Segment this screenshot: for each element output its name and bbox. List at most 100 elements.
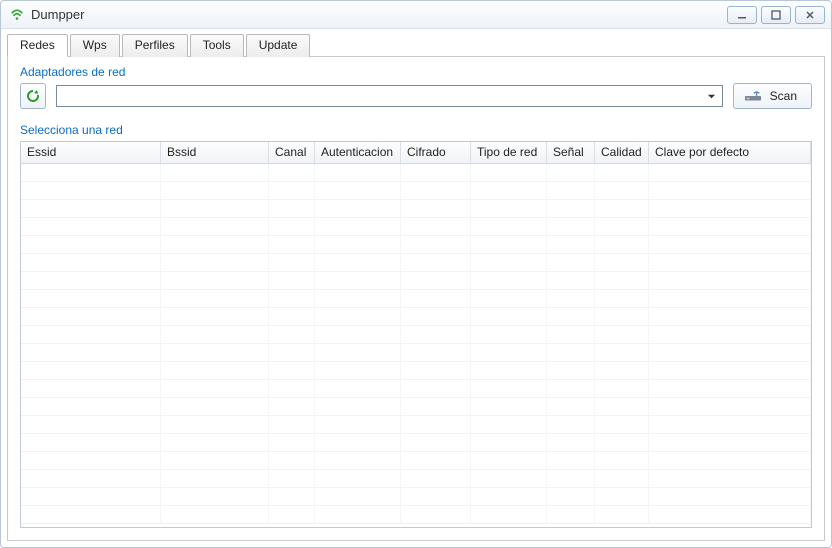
table-cell bbox=[595, 416, 649, 433]
table-row[interactable] bbox=[21, 344, 811, 362]
table-cell bbox=[401, 182, 471, 199]
table-body[interactable] bbox=[21, 164, 811, 527]
table-row[interactable] bbox=[21, 218, 811, 236]
table-cell bbox=[161, 200, 269, 217]
table-row[interactable] bbox=[21, 452, 811, 470]
column-header[interactable]: Essid bbox=[21, 142, 161, 163]
chevron-down-icon bbox=[707, 92, 716, 101]
table-cell bbox=[21, 218, 161, 235]
table-row[interactable] bbox=[21, 506, 811, 524]
table-cell bbox=[161, 452, 269, 469]
table-cell bbox=[595, 290, 649, 307]
table-cell bbox=[315, 452, 401, 469]
table-cell bbox=[161, 398, 269, 415]
column-header[interactable]: Bssid bbox=[161, 142, 269, 163]
maximize-button[interactable] bbox=[761, 6, 791, 24]
table-cell bbox=[161, 488, 269, 505]
table-cell bbox=[401, 254, 471, 271]
table-cell bbox=[269, 290, 315, 307]
table-cell bbox=[471, 434, 547, 451]
table-header: EssidBssidCanalAutenticacionCifradoTipo … bbox=[21, 142, 811, 164]
table-row[interactable] bbox=[21, 200, 811, 218]
table-row[interactable] bbox=[21, 434, 811, 452]
table-cell bbox=[269, 308, 315, 325]
column-header[interactable]: Cifrado bbox=[401, 142, 471, 163]
table-row[interactable] bbox=[21, 488, 811, 506]
table-row[interactable] bbox=[21, 182, 811, 200]
scan-button[interactable]: Scan bbox=[733, 83, 812, 109]
table-cell bbox=[471, 254, 547, 271]
table-cell bbox=[595, 326, 649, 343]
table-cell bbox=[269, 416, 315, 433]
table-cell bbox=[649, 308, 811, 325]
table-cell bbox=[315, 164, 401, 181]
table-cell bbox=[161, 416, 269, 433]
table-cell bbox=[401, 308, 471, 325]
table-cell bbox=[161, 236, 269, 253]
table-cell bbox=[547, 290, 595, 307]
table-cell bbox=[161, 308, 269, 325]
table-row[interactable] bbox=[21, 164, 811, 182]
table-cell bbox=[161, 470, 269, 487]
table-row[interactable] bbox=[21, 308, 811, 326]
tab-panel-redes: Adaptadores de red bbox=[7, 56, 825, 541]
table-row[interactable] bbox=[21, 416, 811, 434]
table-row[interactable] bbox=[21, 470, 811, 488]
column-header[interactable]: Clave por defecto bbox=[649, 142, 811, 163]
table-cell bbox=[547, 434, 595, 451]
table-cell bbox=[595, 200, 649, 217]
table-cell bbox=[21, 200, 161, 217]
table-cell bbox=[161, 380, 269, 397]
table-cell bbox=[21, 308, 161, 325]
close-button[interactable] bbox=[795, 6, 825, 24]
table-cell bbox=[401, 164, 471, 181]
tab-redes[interactable]: Redes bbox=[7, 34, 68, 57]
table-cell bbox=[547, 182, 595, 199]
column-header[interactable]: Calidad bbox=[595, 142, 649, 163]
wifi-icon bbox=[9, 7, 25, 23]
adapter-select[interactable] bbox=[56, 85, 723, 107]
tab-wps[interactable]: Wps bbox=[70, 34, 120, 57]
networks-table: EssidBssidCanalAutenticacionCifradoTipo … bbox=[20, 141, 812, 528]
table-cell bbox=[595, 506, 649, 523]
table-cell bbox=[547, 254, 595, 271]
table-cell bbox=[649, 470, 811, 487]
table-row[interactable] bbox=[21, 362, 811, 380]
refresh-button[interactable] bbox=[20, 83, 46, 109]
router-icon bbox=[744, 89, 762, 103]
table-row[interactable] bbox=[21, 380, 811, 398]
table-cell bbox=[269, 452, 315, 469]
table-row[interactable] bbox=[21, 254, 811, 272]
column-header[interactable]: Señal bbox=[547, 142, 595, 163]
table-cell bbox=[269, 218, 315, 235]
table-cell bbox=[595, 218, 649, 235]
table-cell bbox=[547, 416, 595, 433]
table-cell bbox=[269, 182, 315, 199]
table-cell bbox=[401, 470, 471, 487]
table-cell bbox=[269, 200, 315, 217]
table-cell bbox=[21, 272, 161, 289]
table-cell bbox=[21, 290, 161, 307]
column-header[interactable]: Canal bbox=[269, 142, 315, 163]
table-cell bbox=[269, 272, 315, 289]
table-cell bbox=[595, 362, 649, 379]
tab-update[interactable]: Update bbox=[246, 34, 311, 57]
tab-tools[interactable]: Tools bbox=[190, 34, 244, 57]
table-cell bbox=[471, 488, 547, 505]
column-header[interactable]: Tipo de red bbox=[471, 142, 547, 163]
table-row[interactable] bbox=[21, 236, 811, 254]
table-row[interactable] bbox=[21, 290, 811, 308]
column-header[interactable]: Autenticacion bbox=[315, 142, 401, 163]
table-cell bbox=[471, 380, 547, 397]
table-row[interactable] bbox=[21, 398, 811, 416]
table-cell bbox=[401, 290, 471, 307]
table-cell bbox=[471, 164, 547, 181]
tab-perfiles[interactable]: Perfiles bbox=[122, 34, 188, 57]
minimize-button[interactable] bbox=[727, 6, 757, 24]
table-cell bbox=[401, 398, 471, 415]
select-network-label: Selecciona una red bbox=[20, 123, 812, 137]
table-row[interactable] bbox=[21, 326, 811, 344]
table-cell bbox=[21, 344, 161, 361]
table-row[interactable] bbox=[21, 272, 811, 290]
table-cell bbox=[471, 344, 547, 361]
